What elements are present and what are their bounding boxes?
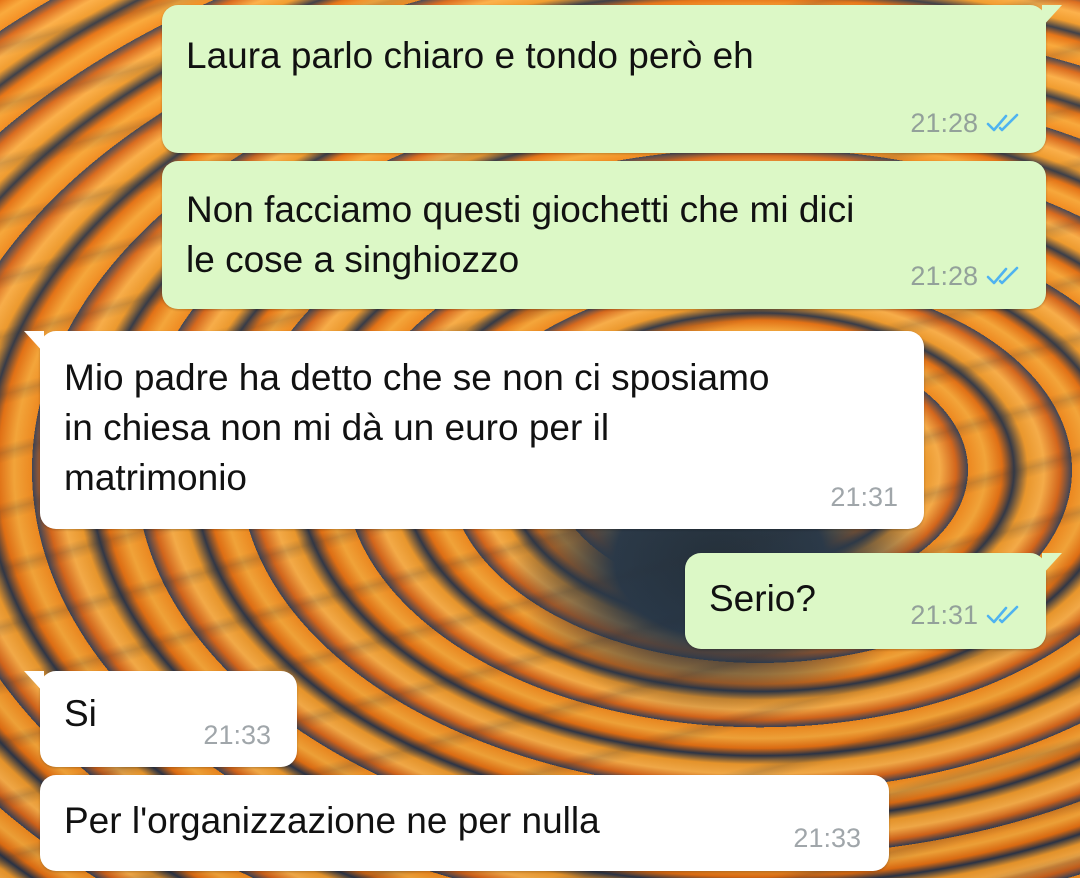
double-check-icon bbox=[986, 266, 1019, 285]
double-check-icon bbox=[986, 605, 1019, 624]
message-bubble-received[interactable]: Mio padre ha detto che se non ci sposiam… bbox=[24, 331, 924, 529]
message-text: Serio? bbox=[709, 578, 816, 619]
message-time: 21:33 bbox=[793, 823, 861, 853]
message-text: Non facciamo questi giochetti che mi dic… bbox=[186, 189, 855, 280]
message-text: Si bbox=[64, 693, 97, 734]
message-text: Laura parlo chiaro e tondo però eh bbox=[186, 35, 754, 76]
message-bubble-received[interactable]: Si 21:33 bbox=[24, 671, 297, 767]
message-text: Per l'organizzazione ne per nulla bbox=[64, 800, 600, 841]
message-bubble-sent[interactable]: Laura parlo chiaro e tondo però eh 21:28 bbox=[162, 5, 1062, 153]
message-meta: 21:31 bbox=[910, 600, 1022, 630]
message-time: 21:28 bbox=[910, 261, 978, 291]
message-time: 21:33 bbox=[203, 720, 271, 750]
message-bubble-sent[interactable]: Non facciamo questi giochetti che mi dic… bbox=[162, 161, 1046, 309]
double-check-icon bbox=[986, 113, 1019, 132]
message-time: 21:31 bbox=[830, 482, 898, 512]
message-time: 21:28 bbox=[910, 108, 978, 138]
message-bubble-received[interactable]: Per l'organizzazione ne per nulla 21:33 bbox=[40, 775, 889, 871]
message-list[interactable]: Laura parlo chiaro e tondo però eh 21:28… bbox=[0, 0, 1080, 878]
message-meta: 21:33 bbox=[203, 720, 271, 750]
message-bubble-sent[interactable]: Serio? 21:31 bbox=[685, 553, 1062, 649]
message-meta: 21:28 bbox=[910, 261, 1022, 291]
message-meta: 21:33 bbox=[793, 823, 861, 853]
message-time: 21:31 bbox=[910, 600, 978, 630]
message-meta: 21:28 bbox=[910, 108, 1022, 138]
message-text: Mio padre ha detto che se non ci sposiam… bbox=[64, 357, 770, 498]
message-meta: 21:31 bbox=[830, 482, 898, 512]
